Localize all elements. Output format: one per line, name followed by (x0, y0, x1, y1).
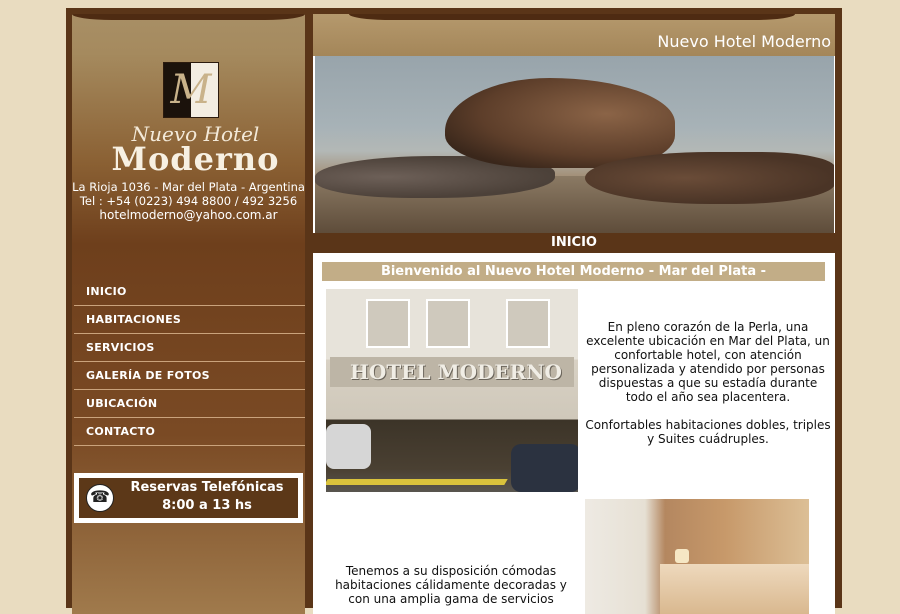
contact-info: La Rioja 1036 - Mar del Plata - Argentin… (72, 180, 305, 223)
car-left (326, 424, 371, 469)
hero-image-sea-lions (315, 56, 834, 233)
hero-sea-lion-right (585, 152, 834, 204)
reservas-inner: Reservas Telefónicas 8:00 a 13 hs (79, 478, 298, 518)
sidebar-tab-decoration (72, 14, 305, 20)
header-tab-decoration (349, 14, 795, 20)
welcome-heading: Bienvenido al Nuevo Hotel Moderno - Mar … (322, 262, 825, 281)
main-content: Nuevo Hotel Moderno INICIO Bienvenido al… (313, 14, 835, 614)
room-bed (660, 564, 809, 614)
room-lamp (675, 549, 689, 563)
hotel-logo[interactable]: M (163, 62, 219, 118)
contact-phone: Tel : +54 (0223) 494 8800 / 492 3256 (79, 193, 298, 208)
reservas-banner: Reservas Telefónicas 8:00 a 13 hs (74, 473, 303, 523)
room-photo (585, 499, 809, 614)
sidebar: M Nuevo Hotel Moderno La Rioja 1036 - Ma… (72, 14, 305, 614)
site-title: Nuevo Hotel Moderno (657, 32, 831, 51)
section-title: INICIO (313, 233, 835, 253)
intro-paragraph-1: En pleno corazón de la Perla, una excele… (586, 320, 830, 404)
phone-icon (86, 484, 114, 512)
menu-item-habitaciones[interactable]: HABITACIONES (74, 306, 305, 334)
hotel-facade-photo: HOTEL MODERNO (326, 289, 578, 492)
menu-item-ubicacion[interactable]: UBICACIÓN (74, 390, 305, 418)
menu-item-servicios[interactable]: SERVICIOS (74, 334, 305, 362)
menu-item-contacto[interactable]: CONTACTO (74, 418, 305, 446)
logo-monogram: M (170, 67, 212, 113)
menu-item-inicio[interactable]: INICIO (74, 278, 305, 306)
hero-sea-lion-center (445, 78, 675, 168)
intro-text: En pleno corazón de la Perla, una excele… (585, 320, 831, 460)
contact-email[interactable]: hotelmoderno@yahoo.com.ar (72, 208, 305, 223)
hotel-sign: HOTEL MODERNO (330, 357, 574, 387)
main-header: Nuevo Hotel Moderno (313, 14, 835, 56)
intro-paragraph-2: Confortables habitaciones dobles, triple… (585, 418, 831, 446)
contact-address: La Rioja 1036 - Mar del Plata - Argentin… (72, 180, 305, 194)
main-menu: INICIO HABITACIONES SERVICIOS GALERÍA DE… (74, 278, 305, 446)
facade-window (366, 299, 410, 348)
curb-stripe (326, 479, 508, 485)
menu-item-galeria[interactable]: GALERÍA DE FOTOS (74, 362, 305, 390)
facade-window (506, 299, 550, 348)
facade-window (426, 299, 470, 348)
reservas-hours: 8:00 a 13 hs (162, 498, 252, 513)
reservas-title: Reservas Telefónicas (130, 480, 284, 495)
logo-name-line2: Moderno (111, 140, 280, 178)
car-right (511, 444, 578, 492)
